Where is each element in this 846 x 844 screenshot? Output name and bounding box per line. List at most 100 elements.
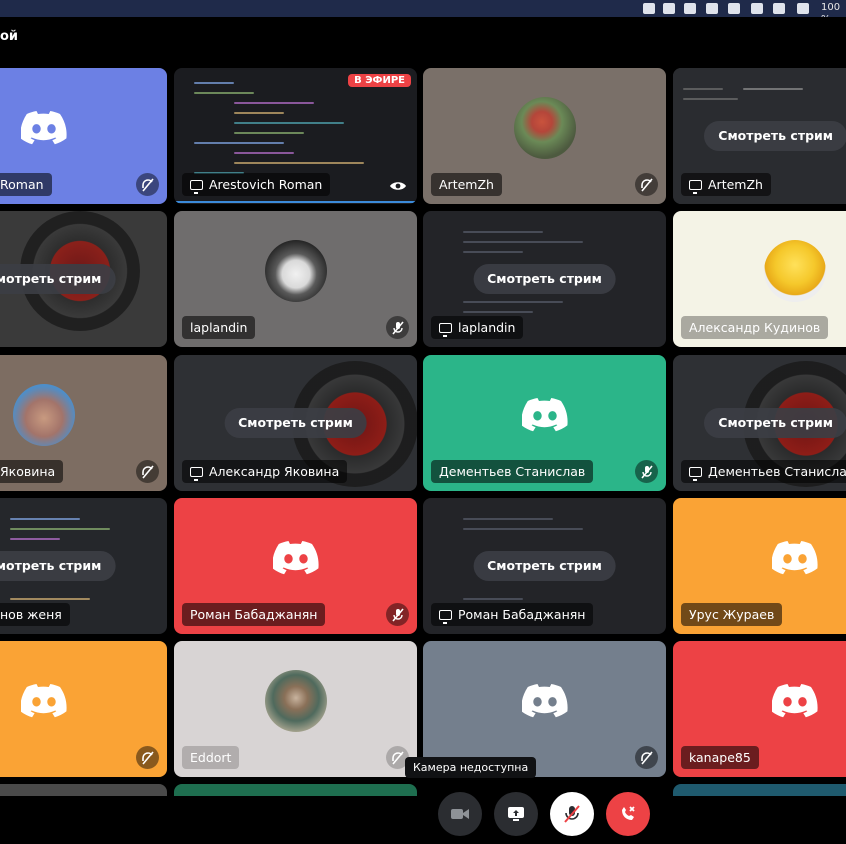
watch-stream-button[interactable]: Смотреть стрим [473,551,616,581]
participant-name: Дементьев Станислав [439,464,586,479]
stream-tile[interactable]: В ЭФИРЕ Arestovich Roman [174,68,417,204]
stream-tile[interactable]: Смотреть стрим [0,211,167,347]
participant-name-label: laplandin [182,316,256,339]
stream-tile[interactable]: Смотреть стрим Александр Яковина [174,355,417,491]
participant-name: laplandin [458,320,516,335]
volume-icon[interactable] [797,3,809,14]
participant-name: Александр Яковина [209,464,340,479]
participant-tile[interactable]: laplandin [174,211,417,347]
discord-logo-icon [772,683,818,718]
channel-title: ой [0,29,19,44]
stream-tile[interactable]: Смотреть стрим Дементьев Станислав [673,355,846,491]
participant-name: ArtemZh [708,177,763,192]
watch-stream-button[interactable]: Смотреть стрим [0,551,116,581]
watch-stream-button[interactable]: Смотреть стрим [704,121,846,151]
participant-tile[interactable]: Урус Жураев [673,498,846,634]
docker-tray-icon[interactable] [706,3,718,14]
watch-stream-button[interactable]: Смотреть стрим [473,264,616,294]
watch-stream-button[interactable]: Смотреть стрим [704,408,846,438]
participant-tile[interactable]: ArtemZh [423,68,666,204]
muted-icon [386,603,409,626]
participant-name: Урус Жураев [689,607,775,622]
participant-name: kanape85 [689,750,751,765]
stream-tile[interactable]: Смотреть стрим Роман Бабаджанян [423,498,666,634]
microphone-muted-icon [564,805,580,823]
participant-name-label: Дементьев Станислав [681,460,846,483]
participant-name: Александр Кудинов [689,320,821,335]
participant-tile[interactable] [673,784,846,796]
hang-up-icon [622,806,635,820]
muted-icon [635,460,658,483]
participant-tile[interactable] [0,784,167,796]
participant-avatar [513,96,576,159]
participant-tile[interactable]: Яковина [0,355,167,491]
deafened-icon [136,460,159,483]
participant-name-label: Роман Бабаджанян [182,603,326,626]
participant-name-label: ArtemZh [681,173,771,196]
wifi-icon[interactable] [773,3,785,14]
stream-tile[interactable]: Смотреть стрим нов женя [0,498,167,634]
participant-name-label: Урус Жураев [681,603,783,626]
system-menubar: 100 % [0,0,846,25]
telegram-tray-icon[interactable] [684,3,696,14]
participant-name-label: Александр Яковина [182,460,348,483]
discord-logo-icon [20,110,67,145]
participant-name: laplandin [190,320,248,335]
app-status-icon[interactable] [643,3,655,14]
camera-icon [451,809,469,819]
mute-microphone-button[interactable] [550,792,594,836]
viewer-eye-icon [390,182,406,190]
screen-share-icon [190,179,203,194]
ladder-tray-icon[interactable] [728,3,740,14]
discord-logo-icon [21,683,67,718]
participant-name: Роман Бабаджанян [458,607,586,622]
camera-button[interactable] [438,792,482,836]
participant-tile[interactable]: Roman [0,68,167,204]
participant-tile[interactable] [174,784,417,796]
screen-share-icon [689,466,702,481]
participant-tile[interactable]: Александр Кудинов [673,211,846,347]
participant-tile[interactable] [0,641,167,777]
muted-icon [386,316,409,339]
participant-avatar [13,383,75,446]
participant-name: Roman [0,177,44,192]
participant-avatar [264,669,327,732]
participant-tile[interactable]: kanape85 [673,641,846,777]
participant-name-label: Александр Кудинов [681,316,829,339]
discord-logo-icon [521,397,568,432]
participant-name-label: нов женя [0,603,70,626]
deafened-icon [136,746,159,769]
deafened-icon [635,746,658,769]
disconnect-call-button[interactable] [606,792,650,836]
participant-name: Яковина [0,464,56,479]
watch-stream-button[interactable]: Смотреть стрим [224,408,367,438]
call-header: ой [0,17,846,61]
participant-tile[interactable]: Eddort [174,641,417,777]
participant-name-label: Дементьев Станислав [431,460,594,483]
participant-name: нов женя [0,607,62,622]
screen-share-icon [190,466,203,481]
participant-name-label: laplandin [431,316,524,339]
screen-share-icon [439,322,452,337]
discord-logo-icon [772,540,818,575]
participant-tile[interactable]: Роман Бабаджанян [174,498,417,634]
discord-logo-icon [272,540,319,575]
participant-name: Роман Бабаджанян [190,607,318,622]
participant-avatar [264,239,327,302]
participant-name-label: Arestovich Roman [182,173,331,196]
stream-tile[interactable]: Смотреть стрим ArtemZh [673,68,846,204]
participant-tile[interactable]: Дементьев Станислав [423,355,666,491]
participant-name-label: Eddort [182,746,240,769]
screen-share-button[interactable] [494,792,538,836]
participant-name-label: Roman [0,173,52,196]
discord-tray-icon[interactable] [663,3,675,14]
participant-name-label: ArtemZh [431,173,502,196]
camera-unavailable-tooltip: Камера недоступна [405,757,537,778]
screen-share-icon [439,609,452,624]
stream-tile[interactable]: Смотреть стрим laplandin [423,211,666,347]
deafened-icon [635,173,658,196]
participant-avatar [764,239,826,302]
bluetooth-icon[interactable] [751,3,763,14]
watch-stream-button[interactable]: Смотреть стрим [0,264,116,294]
discord-logo-icon [521,683,568,718]
